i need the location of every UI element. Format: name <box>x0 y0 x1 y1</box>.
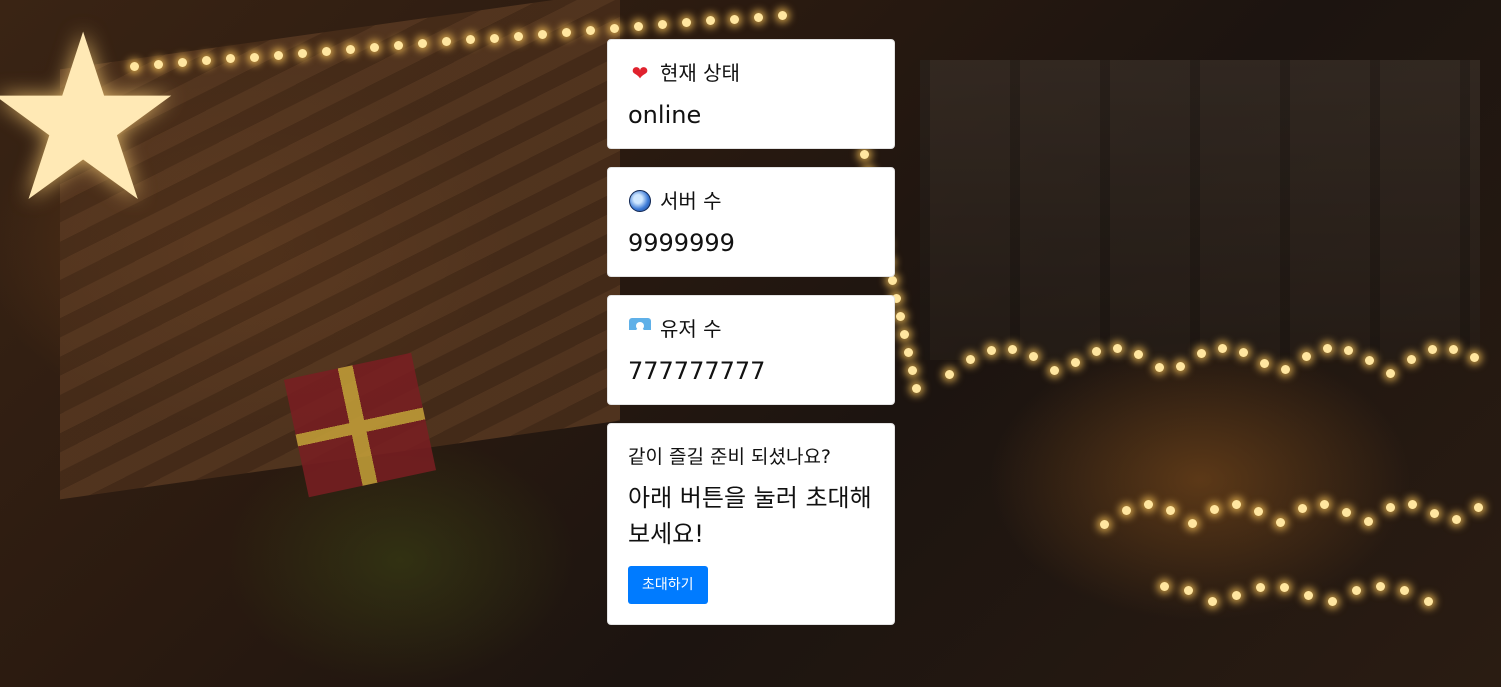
servers-label: 서버 수 <box>660 189 722 213</box>
light-bulb <box>370 43 379 52</box>
light-bulb <box>1449 344 1458 354</box>
light-bulb <box>1239 347 1248 357</box>
light-bulb <box>490 33 499 43</box>
light-bulb <box>1352 586 1361 596</box>
light-bulb <box>1376 582 1385 591</box>
light-bulb <box>896 312 905 321</box>
light-bulb <box>1184 586 1193 596</box>
light-bulb <box>730 14 739 24</box>
servers-card-header: 서버 수 <box>628 188 874 214</box>
light-bulb <box>1260 359 1269 369</box>
light-bulb <box>610 24 619 33</box>
servers-card: 서버 수 9999999 <box>607 167 895 277</box>
status-label: 현재 상태 <box>660 61 740 85</box>
light-bulb <box>538 29 547 39</box>
heart-icon: ❤ <box>631 61 649 85</box>
timber-house-decoration <box>920 60 1480 360</box>
light-bulb <box>1298 504 1307 514</box>
light-bulb <box>1232 590 1241 600</box>
light-bulb <box>1144 500 1153 509</box>
light-bulb <box>1365 356 1374 366</box>
light-bulb <box>1386 369 1395 379</box>
light-bulb <box>1430 509 1439 519</box>
light-bulb <box>1400 586 1409 596</box>
light-bulb <box>1256 583 1265 593</box>
light-bulb <box>1474 502 1483 512</box>
light-bulb <box>778 10 787 20</box>
light-bulb <box>634 22 643 32</box>
star-decoration: ★ <box>0 0 187 253</box>
users-label: 유저 수 <box>660 317 722 341</box>
light-bulb <box>1407 354 1416 364</box>
light-bulb <box>1304 591 1313 601</box>
light-bulb <box>1281 365 1290 375</box>
invite-subtitle: 같이 즐길 준비 되셨나요? <box>628 446 832 468</box>
invite-card: 같이 즐길 준비 되셨나요? 아래 버튼을 눌러 초대해보세요! 초대하기 <box>607 423 895 625</box>
gift-box-decoration <box>283 352 437 498</box>
light-bulb <box>1122 505 1131 515</box>
light-bulb <box>1320 500 1329 510</box>
light-bulb <box>1188 518 1197 528</box>
light-bulb <box>322 46 331 56</box>
light-bulb <box>274 50 283 60</box>
servers-value: 9999999 <box>628 229 735 257</box>
light-bulb <box>1134 349 1143 359</box>
light-bulb <box>1302 351 1311 361</box>
light-bulb <box>346 44 355 54</box>
light-bulb <box>1386 503 1395 513</box>
light-bulb <box>562 27 571 37</box>
light-bulb <box>1155 362 1164 372</box>
light-bulb <box>1452 515 1461 525</box>
light-bulb <box>1424 597 1433 607</box>
light-bulb <box>1008 344 1017 354</box>
light-bulb <box>908 366 917 375</box>
light-bulb <box>706 16 715 26</box>
light-bulb <box>987 345 996 355</box>
light-bulb <box>514 31 523 41</box>
light-bulb <box>1208 596 1217 606</box>
light-bulb <box>1280 583 1289 593</box>
light-bulb <box>1176 361 1185 371</box>
light-bulb <box>900 330 909 339</box>
light-bulb <box>130 62 139 71</box>
stats-column: ❤ 현재 상태 online 서버 수 9999999 유저 수 7777777… <box>607 39 895 643</box>
light-bulb <box>298 48 307 58</box>
users-card: 유저 수 777777777 <box>607 295 895 405</box>
light-bulb <box>1342 508 1351 518</box>
light-bulb <box>1254 507 1263 517</box>
light-bulb <box>754 12 763 22</box>
snowman-icon <box>628 317 652 341</box>
users-card-header: 유저 수 <box>628 316 874 342</box>
gem-icon <box>628 189 652 213</box>
light-bulb <box>945 370 954 379</box>
light-bulb <box>1328 596 1337 606</box>
light-bulb <box>1364 516 1373 526</box>
invite-button[interactable]: 초대하기 <box>628 566 708 604</box>
light-bulb <box>1408 500 1417 510</box>
light-bulb <box>250 52 259 62</box>
light-bulb <box>904 348 913 357</box>
light-bulb <box>586 25 595 35</box>
light-bulb <box>658 20 667 30</box>
light-bulb <box>1470 353 1479 363</box>
light-bulb <box>682 18 691 28</box>
light-bulb <box>1210 504 1219 514</box>
light-bulb <box>1050 366 1059 376</box>
status-card: ❤ 현재 상태 online <box>607 39 895 149</box>
light-bulb <box>1166 506 1175 516</box>
light-bulb <box>912 384 921 393</box>
light-bulb <box>1100 520 1109 529</box>
light-bulb <box>1218 344 1227 354</box>
light-bulb <box>966 355 975 365</box>
light-bulb <box>1160 582 1169 591</box>
status-value: online <box>628 101 702 129</box>
status-card-header: ❤ 현재 상태 <box>628 60 874 86</box>
light-bulb <box>1232 500 1241 510</box>
invite-message: 아래 버튼을 눌러 초대해보세요! <box>628 484 872 548</box>
users-value: 777777777 <box>628 357 766 385</box>
light-bulb <box>1029 352 1038 362</box>
light-bulb <box>1276 517 1285 527</box>
light-bulb <box>1071 358 1080 368</box>
